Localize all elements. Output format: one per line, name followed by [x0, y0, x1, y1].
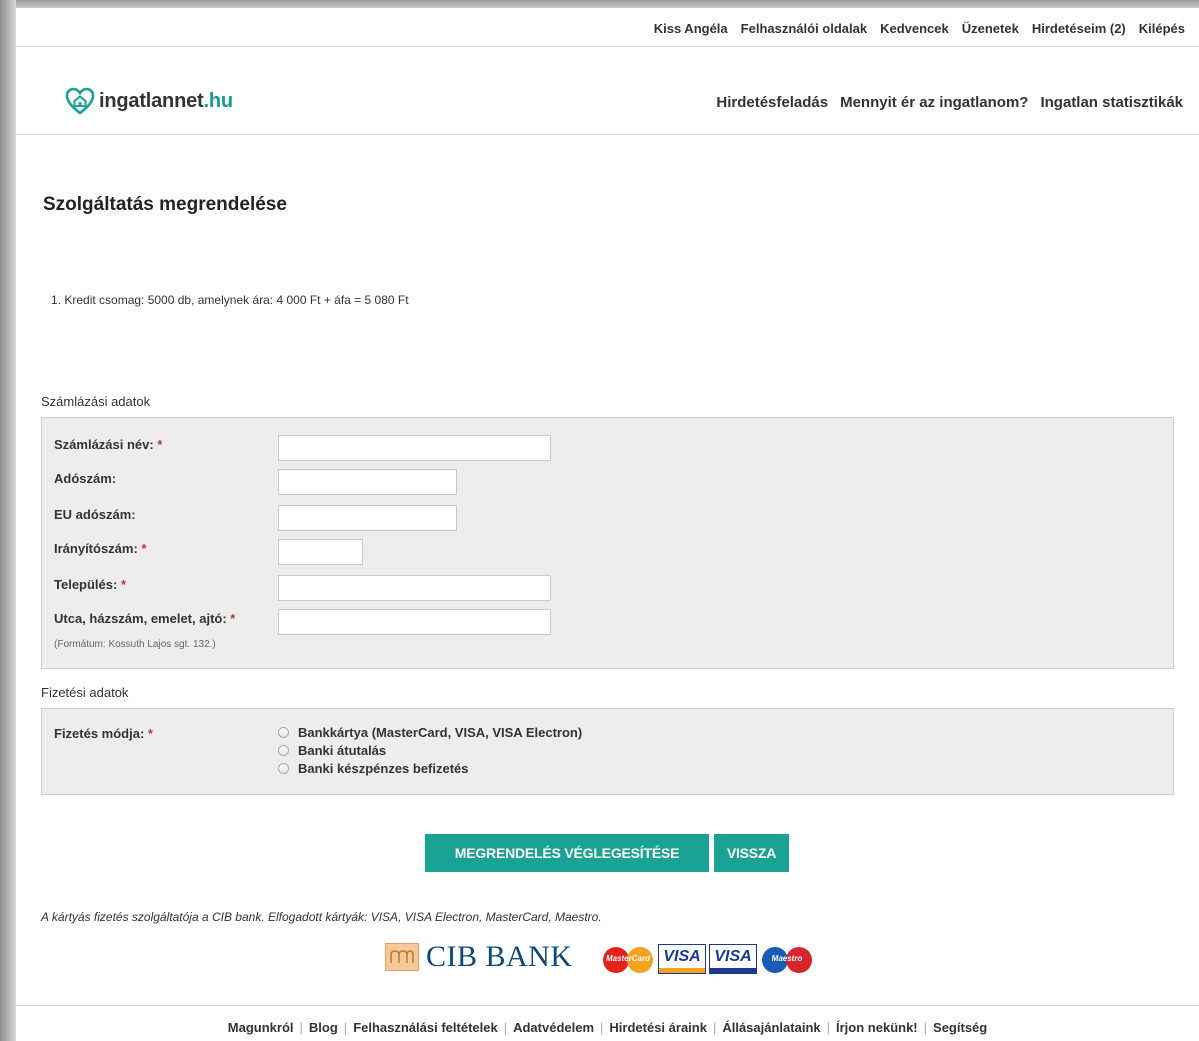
radio-button[interactable]	[278, 763, 289, 774]
payment-option-transfer[interactable]: Banki átutalás	[278, 743, 386, 758]
back-button[interactable]: VISSZA	[714, 834, 789, 872]
cib-mark-icon	[385, 943, 419, 971]
street-input[interactable]	[278, 609, 551, 635]
field-label-zip: Irányítószám: *	[54, 541, 147, 556]
payment-method-label: Fizetés módja: *	[54, 726, 153, 741]
field-label-street: Utca, házszám, emelet, ajtó: *	[54, 611, 236, 626]
messages-link[interactable]: Üzenetek	[962, 21, 1019, 36]
site-logo[interactable]: ingatlannet.hu	[65, 86, 233, 116]
accepted-cards: MasterCard VISA VISA Maestro	[601, 944, 814, 974]
footer-link-jobs[interactable]: Állásajánlataink	[722, 1020, 820, 1035]
favorites-link[interactable]: Kedvencek	[880, 21, 949, 36]
nav-item-valuation[interactable]: Mennyit ér az ingatlanom?	[840, 94, 1028, 111]
payment-form: Fizetés módja: * Bankkártya (MasterCard,…	[41, 708, 1174, 795]
divider	[16, 46, 1199, 47]
browser-window: Kiss Angéla Felhasználói oldalak Kedvenc…	[0, 0, 1199, 1041]
house-heart-icon	[65, 87, 95, 115]
field-label-eu-tax-number: EU adószám:	[54, 507, 136, 522]
divider	[16, 134, 1199, 135]
logout-link[interactable]: Kilépés	[1139, 21, 1185, 36]
payment-option-label: Banki átutalás	[298, 743, 387, 758]
payment-option-label: Bankkártya (MasterCard, VISA, VISA Elect…	[298, 725, 583, 740]
logo-text: ingatlannet.hu	[99, 89, 233, 112]
footer-link-blog[interactable]: Blog	[309, 1020, 338, 1035]
footer-link-contact[interactable]: Írjon nekünk!	[836, 1020, 918, 1035]
radio-button[interactable]	[278, 727, 289, 738]
user-name-link[interactable]: Kiss Angéla	[654, 21, 728, 36]
card-provider-note: A kártyás fizetés szolgáltatója a CIB ba…	[41, 910, 602, 924]
street-format-hint: (Formátum: Kossuth Lajos sgt. 132.)	[54, 639, 216, 650]
footer-link-help[interactable]: Segítség	[933, 1020, 987, 1035]
cib-bank-logo: CIB BANK	[385, 940, 573, 974]
payment-option-card[interactable]: Bankkártya (MasterCard, VISA, VISA Elect…	[278, 725, 582, 740]
user-bar: Kiss Angéla Felhasználói oldalak Kedvenc…	[654, 21, 1185, 36]
billing-name-input[interactable]	[278, 435, 551, 461]
billing-section-label: Számlázási adatok	[41, 394, 151, 409]
field-label-tax-number: Adószám:	[54, 471, 117, 486]
nav-item-post-ad[interactable]: Hirdetésfeladás	[716, 94, 828, 111]
field-label-billing-name: Számlázási név: *	[54, 437, 163, 452]
divider	[16, 1005, 1199, 1006]
footer-link-about[interactable]: Magunkról	[228, 1020, 294, 1035]
footer-link-ad-prices[interactable]: Hirdetési áraink	[609, 1020, 707, 1035]
visa-electron-logo: VISA	[709, 944, 757, 974]
user-pages-link[interactable]: Felhasználói oldalak	[741, 21, 867, 36]
maestro-logo: Maestro	[760, 944, 814, 974]
finalize-order-button[interactable]: MEGRENDELÉS VÉGLEGESÍTÉSE	[425, 834, 709, 872]
page-title: Szolgáltatás megrendelése	[43, 194, 287, 215]
eu-tax-number-input[interactable]	[278, 505, 457, 531]
window-top-edge	[0, 0, 1199, 8]
zip-input[interactable]	[278, 539, 363, 565]
payment-section-label: Fizetési adatok	[41, 685, 129, 700]
tax-number-input[interactable]	[278, 469, 457, 495]
radio-button[interactable]	[278, 745, 289, 756]
billing-form: Számlázási név: * Adószám: EU adószám: I…	[41, 417, 1174, 669]
mastercard-logo: MasterCard	[601, 944, 655, 974]
page: Kiss Angéla Felhasználói oldalak Kedvenc…	[16, 8, 1199, 1041]
field-label-city: Település: *	[54, 577, 127, 592]
cib-bank-text: CIB BANK	[426, 940, 573, 973]
city-input[interactable]	[278, 575, 551, 601]
footer-link-privacy[interactable]: Adatvédelem	[513, 1020, 594, 1035]
nav-item-statistics[interactable]: Ingatlan statisztikák	[1040, 94, 1183, 111]
window-left-edge	[0, 0, 16, 1041]
main-nav: Hirdetésfeladás Mennyit ér az ingatlanom…	[716, 94, 1183, 111]
my-ads-link[interactable]: Hirdetéseim (2)	[1032, 21, 1126, 36]
order-summary: 1. Kredit csomag: 5000 db, amelynek ára:…	[51, 293, 409, 307]
footer-link-terms[interactable]: Felhasználási feltételek	[353, 1020, 498, 1035]
visa-logo: VISA	[658, 944, 706, 974]
payment-option-cash[interactable]: Banki készpénzes befizetés	[278, 761, 469, 776]
footer-links: Magunkról | Blog | Felhasználási feltétele…	[227, 1020, 988, 1035]
payment-option-label: Banki készpénzes befizetés	[298, 761, 469, 776]
